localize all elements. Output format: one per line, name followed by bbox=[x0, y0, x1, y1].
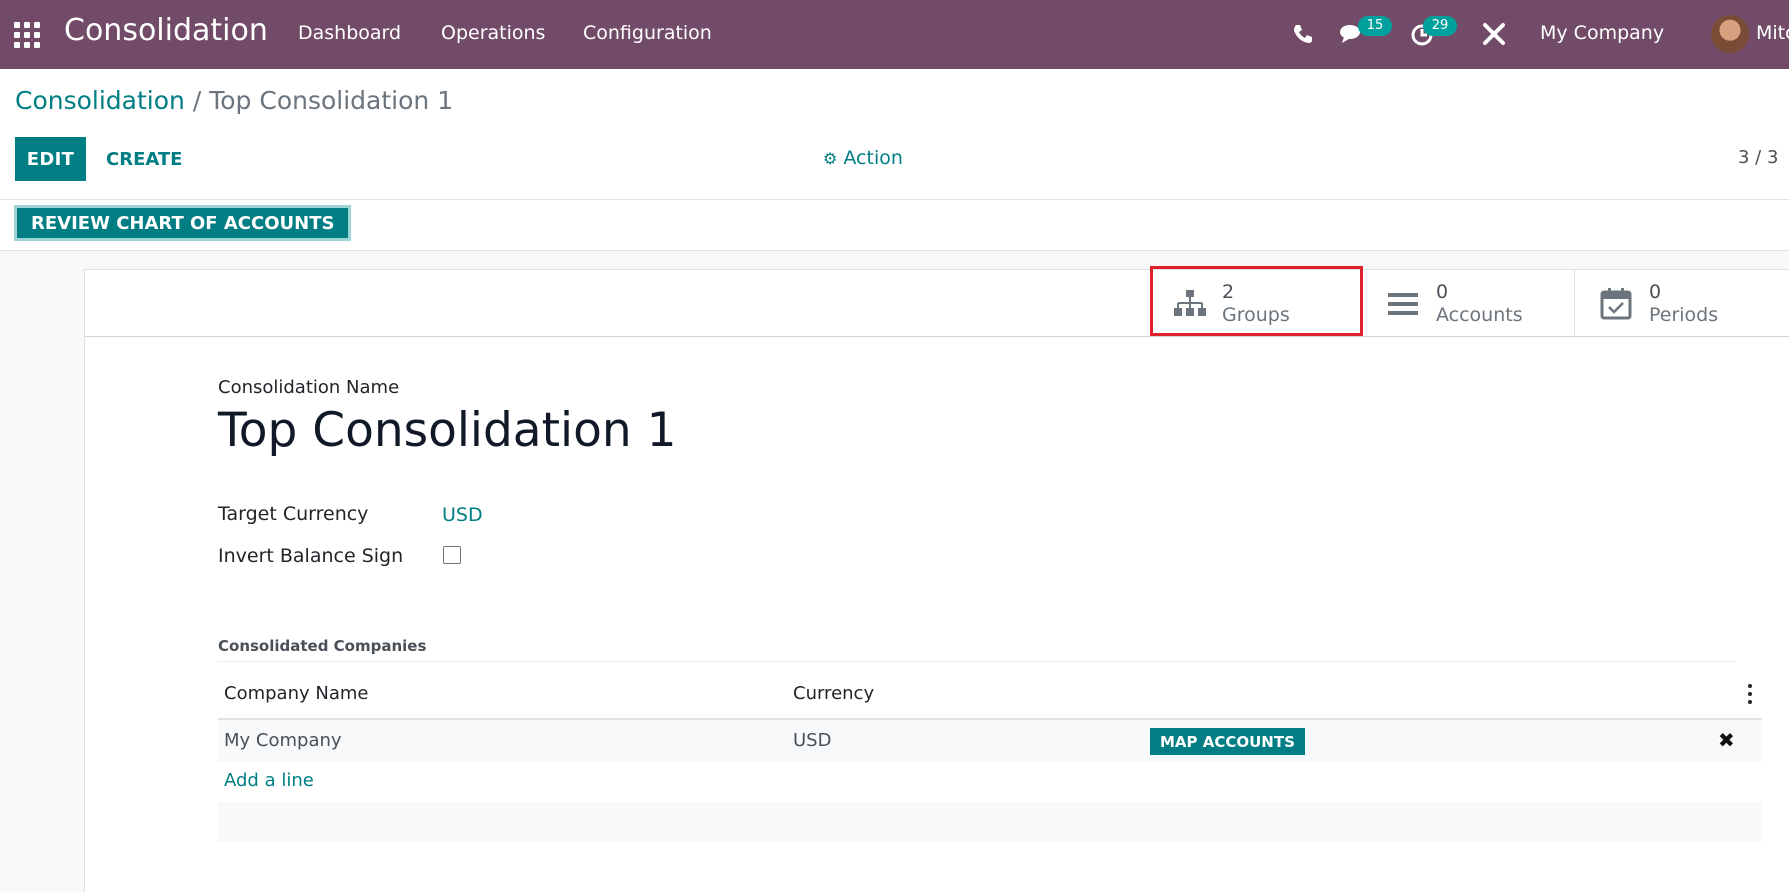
row-company-name: My Company bbox=[224, 730, 342, 751]
top-navbar: Consolidation Dashboard Operations Confi… bbox=[0, 0, 1789, 69]
accounts-count: 0 bbox=[1436, 281, 1449, 303]
add-line-row: Add a line bbox=[218, 762, 1762, 802]
invert-balance-sign-checkbox[interactable] bbox=[443, 546, 461, 564]
accounts-label: Accounts bbox=[1436, 304, 1523, 326]
groups-highlight-box bbox=[1150, 266, 1363, 336]
apps-grid-icon[interactable] bbox=[14, 22, 40, 48]
periods-stat-button[interactable]: 0 Periods bbox=[1574, 270, 1788, 336]
user-menu[interactable]: Mitc bbox=[1756, 22, 1789, 44]
menu-operations[interactable]: Operations bbox=[441, 22, 545, 44]
tools-icon[interactable] bbox=[1478, 18, 1510, 50]
consolidated-companies-title: Consolidated Companies bbox=[218, 637, 427, 655]
breadcrumb-parent-link[interactable]: Consolidation bbox=[15, 86, 185, 115]
form-sheet: 2 Groups 0 Accounts 0 Periods Consolidat… bbox=[84, 269, 1789, 892]
pager-value[interactable]: 3 / 3 bbox=[1738, 147, 1778, 168]
empty-table-row bbox=[218, 802, 1762, 842]
control-panel: Consolidation / Top Consolidation 1 EDIT… bbox=[0, 69, 1789, 200]
section-divider bbox=[218, 661, 1736, 662]
avatar[interactable] bbox=[1711, 15, 1749, 53]
review-chart-of-accounts-button[interactable]: REVIEW CHART OF ACCOUNTS bbox=[14, 205, 352, 241]
breadcrumb-current: Top Consolidation 1 bbox=[209, 86, 454, 115]
delete-row-icon[interactable]: ✖ bbox=[1718, 728, 1735, 752]
activities-badge: 29 bbox=[1423, 16, 1457, 36]
phone-icon[interactable] bbox=[1287, 18, 1319, 50]
map-accounts-button[interactable]: MAP ACCOUNTS bbox=[1150, 728, 1305, 755]
menu-configuration[interactable]: Configuration bbox=[583, 22, 712, 44]
status-bar: REVIEW CHART OF ACCOUNTS bbox=[0, 200, 1789, 251]
calendar-check-icon bbox=[1600, 288, 1632, 320]
table-header: Company Name Currency bbox=[218, 670, 1762, 720]
header-currency[interactable]: Currency bbox=[793, 683, 874, 704]
breadcrumb: Consolidation / Top Consolidation 1 bbox=[15, 86, 453, 115]
periods-count: 0 bbox=[1649, 281, 1662, 303]
action-menu[interactable]: ⚙ Action bbox=[823, 147, 903, 169]
messages-badge: 15 bbox=[1358, 16, 1392, 36]
periods-label: Periods bbox=[1649, 304, 1719, 326]
invert-balance-sign-label: Invert Balance Sign bbox=[218, 545, 404, 567]
consolidation-name-value: Top Consolidation 1 bbox=[218, 403, 677, 458]
action-label: Action bbox=[843, 147, 903, 169]
app-name[interactable]: Consolidation bbox=[64, 13, 268, 48]
gear-icon: ⚙ bbox=[823, 149, 838, 168]
menu-dashboard[interactable]: Dashboard bbox=[298, 22, 401, 44]
smart-button-box: 2 Groups 0 Accounts 0 Periods bbox=[85, 270, 1789, 337]
create-button[interactable]: CREATE bbox=[96, 137, 192, 181]
company-switcher[interactable]: My Company bbox=[1540, 22, 1664, 44]
consolidation-name-label: Consolidation Name bbox=[218, 377, 400, 398]
table-row[interactable]: My Company USD MAP ACCOUNTS ✖ bbox=[218, 720, 1762, 762]
target-currency-label: Target Currency bbox=[218, 503, 369, 525]
breadcrumb-separator: / bbox=[192, 86, 202, 115]
list-icon bbox=[1388, 293, 1418, 315]
add-a-line-link[interactable]: Add a line bbox=[224, 770, 314, 791]
target-currency-value[interactable]: USD bbox=[442, 504, 483, 526]
header-company-name[interactable]: Company Name bbox=[224, 683, 368, 704]
accounts-stat-button[interactable]: 0 Accounts bbox=[1361, 270, 1575, 336]
optional-columns-icon[interactable] bbox=[1748, 684, 1752, 704]
row-currency: USD bbox=[793, 730, 832, 751]
edit-button[interactable]: EDIT bbox=[15, 137, 86, 181]
